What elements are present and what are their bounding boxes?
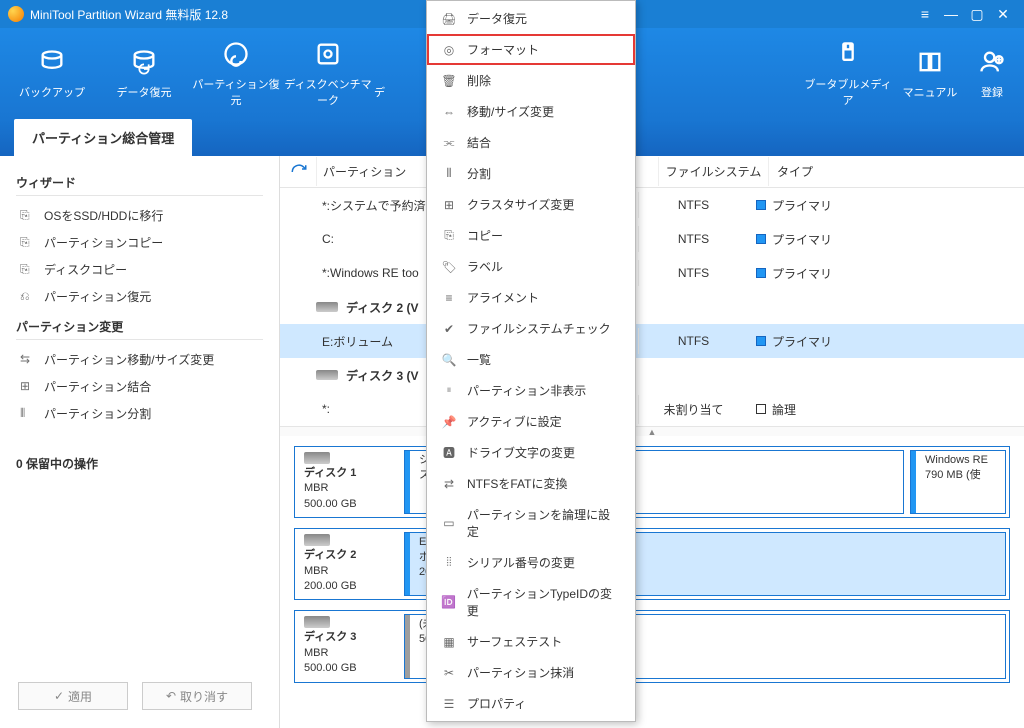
register-button[interactable]: 登録 (966, 48, 1018, 100)
app-logo-icon (8, 6, 24, 22)
sidebar-move-resize[interactable]: ⇆パーティション移動/サイズ変更 (16, 346, 263, 373)
col-type[interactable]: タイプ (768, 157, 864, 186)
menu-icon[interactable]: ≡ (912, 6, 938, 22)
disk-map: ディスク 1MBR500.00 GB シス Windows RE790 MB (… (280, 436, 1024, 728)
partition-recovery-button[interactable]: パーティション復元 (190, 40, 282, 108)
bootable-media-button[interactable]: ブータブルメディア (802, 40, 894, 108)
ctx-copy[interactable]: ⎘コピー (427, 220, 635, 251)
ctx-type-id[interactable]: 🆔パーティションTypeIDの変更 (427, 578, 635, 626)
ctx-delete[interactable]: 🗑削除 (427, 65, 635, 96)
sidebar: ウィザード ⎘OSをSSD/HDDに移行 ⎘パーティションコピー ⎘ディスクコピ… (0, 156, 280, 728)
sidebar-copy-disk[interactable]: ⎘ディスクコピー (16, 256, 263, 283)
collapse-handle[interactable]: ▲ (280, 426, 1024, 436)
ctx-format[interactable]: ◎フォーマット (427, 34, 635, 65)
ctx-ntfs-to-fat[interactable]: ⇄NTFSをFATに変換 (427, 468, 635, 499)
refresh-icon[interactable] (290, 163, 308, 181)
type-color-icon (756, 200, 766, 210)
main-panel: パーティション 済 未使用 ファイルシステム タイプ *:システムで予約済 41… (280, 156, 1024, 728)
tab-partition-management[interactable]: パーティション総合管理 (14, 119, 192, 156)
disk-header[interactable]: ディスク 2 (V200.00 GB) (280, 290, 1024, 324)
partition-row[interactable]: C: 24 GB 473.94 GB NTFS プライマリ (280, 222, 1024, 256)
sidebar-merge[interactable]: ⊞パーティション結合 (16, 373, 263, 400)
col-filesystem[interactable]: ファイルシステム (658, 157, 768, 186)
disk-benchmark-button[interactable]: ディスクベンチマーク (282, 40, 374, 108)
minimize-button[interactable]: — (938, 6, 964, 22)
sidebar-split[interactable]: ⦀パーティション分割 (16, 400, 263, 427)
partition-block[interactable]: Windows RE790 MB (使 (910, 450, 1006, 514)
ctx-fs-check[interactable]: ✔ファイルシステムチェック (427, 313, 635, 344)
ctx-wipe[interactable]: ✂パーティション抹消 (427, 657, 635, 688)
ctx-alignment[interactable]: ≡アライメント (427, 282, 635, 313)
type-color-icon (756, 234, 766, 244)
sidebar-migrate-os[interactable]: ⎘OSをSSD/HDDに移行 (16, 202, 263, 229)
maximize-button[interactable]: ▢ (964, 6, 990, 23)
context-menu: 🖨データ復元 ◎フォーマット 🗑削除 ⇔移動/サイズ変更 ⫘結合 ⦀分割 ⊞クラ… (426, 0, 636, 722)
partition-row[interactable]: *:Windows RE too 63 MB 777.37 MB NTFS プラ… (280, 256, 1024, 290)
ctx-data-recovery[interactable]: 🖨データ復元 (427, 3, 635, 34)
sidebar-copy-partition[interactable]: ⎘パーティションコピー (16, 229, 263, 256)
disk-map-row[interactable]: ディスク 1MBR500.00 GB シス Windows RE790 MB (… (294, 446, 1010, 518)
ctx-explore[interactable]: 🔍一覧 (427, 344, 635, 375)
disk-header[interactable]: ディスク 3 (V500.00 GB) (280, 358, 1024, 392)
partition-row[interactable]: *: 0 B 500.00 GB 未割り当て 論理 (280, 392, 1024, 426)
ctx-split[interactable]: ⦀分割 (427, 158, 635, 189)
disk-icon (304, 452, 330, 464)
backup-button[interactable]: バックアップ (6, 48, 98, 100)
disk-icon (304, 616, 330, 628)
sidebar-category-partition-change: パーティション変更 (16, 318, 263, 340)
disk-map-row[interactable]: ディスク 3MBR500.00 GB (未500 (294, 610, 1010, 682)
ctx-to-logical[interactable]: ▭パーティションを論理に設定 (427, 499, 635, 547)
space-analyzer-button[interactable]: デ (374, 48, 404, 100)
ctx-set-active[interactable]: 📌アクティブに設定 (427, 406, 635, 437)
disk-icon (304, 534, 330, 546)
ctx-serial[interactable]: ⦙⦙シリアル番号の変更 (427, 547, 635, 578)
data-recovery-button[interactable]: データ復元 (98, 48, 190, 100)
disk-map-info: ディスク 1MBR500.00 GB (298, 450, 398, 514)
manual-button[interactable]: マニュアル (894, 48, 966, 100)
type-color-icon (756, 404, 766, 414)
partition-list-header: パーティション 済 未使用 ファイルシステム タイプ (280, 156, 1024, 188)
ctx-cluster-size[interactable]: ⊞クラスタサイズ変更 (427, 189, 635, 220)
ctx-label[interactable]: 🏷ラベル (427, 251, 635, 282)
type-color-icon (756, 268, 766, 278)
undo-button[interactable]: ↶ 取り消す (142, 682, 252, 710)
pending-operations: 0 保留中の操作 (16, 455, 263, 472)
ctx-move-resize[interactable]: ⇔移動/サイズ変更 (427, 96, 635, 127)
ctx-hide[interactable]: ᶥᶥパーティション非表示 (427, 375, 635, 406)
sidebar-category-wizard: ウィザード (16, 174, 263, 196)
partition-row-selected[interactable]: E:ボリューム 35 MB 199.90 GB NTFS プライマリ (280, 324, 1024, 358)
disk-map-info: ディスク 2MBR200.00 GB (298, 532, 398, 596)
ctx-change-letter[interactable]: 🅰ドライブ文字の変更 (427, 437, 635, 468)
disk-icon (316, 370, 338, 380)
apply-button[interactable]: ✓ 適用 (18, 682, 128, 710)
sidebar-recover-partition[interactable]: ⎌パーティション復元 (16, 283, 263, 310)
disk-map-row[interactable]: ディスク 2MBR200.00 GB E:ボ200 (294, 528, 1010, 600)
ctx-properties[interactable]: ☰プロパティ (427, 688, 635, 719)
type-color-icon (756, 336, 766, 346)
close-button[interactable]: ✕ (990, 6, 1016, 23)
disk-map-info: ディスク 3MBR500.00 GB (298, 614, 398, 678)
disk-icon (316, 302, 338, 312)
ctx-surface-test[interactable]: ▦サーフェステスト (427, 626, 635, 657)
ctx-merge[interactable]: ⫘結合 (427, 127, 635, 158)
partition-row[interactable]: *:システムで予約済 41 MB 23.59 MB NTFS プライマリ (280, 188, 1024, 222)
